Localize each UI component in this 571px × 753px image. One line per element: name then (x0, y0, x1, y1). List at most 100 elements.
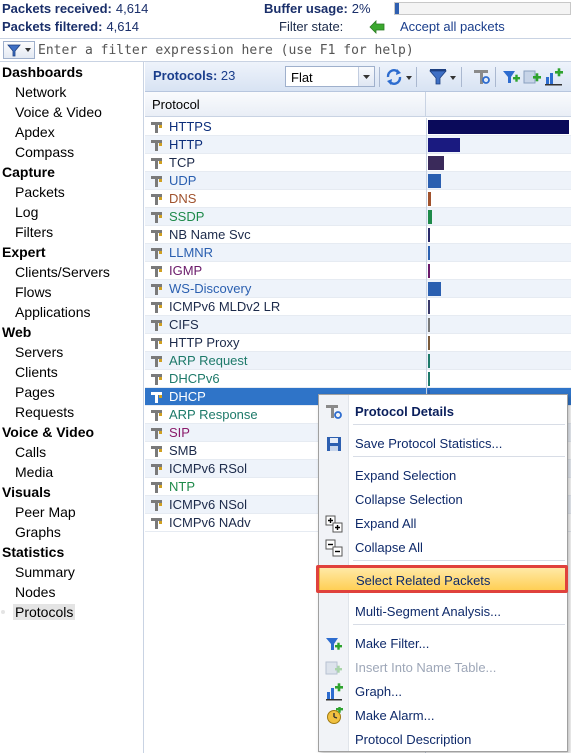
filter-state-label: Filter state: (279, 19, 344, 34)
nav-item-peer-map[interactable]: Peer Map (0, 502, 143, 522)
nav-item-label: Summary (15, 564, 75, 580)
protocol-name: ICMPv6 MLDv2 LR (169, 299, 281, 314)
column-divider (426, 370, 427, 388)
column-divider (426, 262, 427, 280)
menu-item-make-filter[interactable]: Make Filter... (319, 631, 567, 655)
table-row[interactable]: ICMPv6 MLDv2 LR (145, 298, 571, 316)
nav-item-applications[interactable]: Applications (0, 302, 143, 322)
protocol-name: DNS (169, 191, 197, 206)
collapse-all-icon (325, 539, 343, 557)
view-mode-select[interactable]: Flat (285, 66, 375, 87)
add-filter-icon[interactable] (522, 67, 542, 87)
table-row[interactable]: TCP (145, 154, 571, 172)
table-row[interactable]: DNS (145, 190, 571, 208)
column-divider (426, 208, 427, 226)
make-filter-icon[interactable] (501, 67, 521, 87)
nav-item-calls[interactable]: Calls (0, 442, 143, 462)
protocol-icon (151, 482, 162, 493)
chevron-down-icon[interactable] (404, 67, 414, 87)
protocol-name: CIFS (169, 317, 199, 332)
packets-received-label: Packets received: (2, 1, 112, 16)
nav-item-servers[interactable]: Servers (0, 342, 143, 362)
table-row[interactable]: CIFS (145, 316, 571, 334)
column-divider (426, 316, 427, 334)
protocol-name: TCP (169, 155, 195, 170)
nav-item-clients[interactable]: Clients (0, 362, 143, 382)
nav-item-log[interactable]: Log (0, 202, 143, 222)
graph-icon[interactable] (544, 67, 564, 87)
nav-item-compass[interactable]: Compass (0, 142, 143, 162)
nav-item-network[interactable]: Network (0, 82, 143, 102)
protocols-toolbar: Protocols: 23 Flat (145, 62, 571, 92)
column-divider (426, 118, 427, 136)
filter-expression-input[interactable] (38, 40, 568, 60)
nav-item-apdex[interactable]: Apdex (0, 122, 143, 142)
nav-item-media[interactable]: Media (0, 462, 143, 482)
protocol-icon (151, 374, 162, 385)
filter-icon[interactable] (428, 67, 448, 87)
nav-item-label: Graphs (15, 524, 61, 540)
protocol-share-bar (428, 354, 430, 368)
menu-item-protocol-description[interactable]: Protocol Description (319, 727, 567, 751)
nav-item-summary[interactable]: Summary (0, 562, 143, 582)
nav-item-protocols[interactable]: Protocols (0, 602, 143, 622)
menu-item-collapse-selection[interactable]: Collapse Selection (319, 487, 567, 511)
protocol-icon (151, 284, 162, 295)
chevron-down-icon[interactable] (448, 67, 458, 87)
view-mode-dropdown-arrow[interactable] (358, 67, 374, 86)
nav-item-requests[interactable]: Requests (0, 402, 143, 422)
filter-dropdown-button[interactable] (3, 41, 35, 59)
menu-item-label: Save Protocol Statistics... (355, 436, 503, 451)
protocol-details-icon (326, 405, 342, 419)
table-row[interactable]: HTTP (145, 136, 571, 154)
menu-item-save-protocol-statistics[interactable]: Save Protocol Statistics... (319, 431, 567, 455)
protocol-share-bar (428, 192, 431, 206)
column-divider (426, 172, 427, 190)
nav-item-flows[interactable]: Flows (0, 282, 143, 302)
toolbar-separator (461, 67, 462, 87)
table-row[interactable]: DHCPv6 (145, 370, 571, 388)
menu-item-protocol-details[interactable]: Protocol Details (319, 399, 567, 423)
column-header-protocol[interactable]: Protocol (145, 92, 426, 117)
capture-status-panel: Packets received: 4,614 Packets filtered:… (0, 0, 571, 38)
table-row[interactable]: IGMP (145, 262, 571, 280)
protocol-name: SSDP (169, 209, 205, 224)
menu-item-label: Make Alarm... (355, 708, 435, 723)
table-row[interactable]: NB Name Svc (145, 226, 571, 244)
refresh-icon[interactable] (384, 67, 404, 87)
protocol-name: ICMPv6 NSol (169, 497, 248, 512)
menu-item-expand-all[interactable]: Expand All (319, 511, 567, 535)
protocol-details-icon[interactable] (472, 67, 492, 87)
table-row[interactable]: WS-Discovery (145, 280, 571, 298)
buffer-usage: Buffer usage: 2% (264, 0, 371, 18)
nav-item-voice-video[interactable]: Voice & Video (0, 102, 143, 122)
nav-item-label: Filters (15, 224, 54, 240)
protocol-share-bar (428, 210, 432, 224)
table-row[interactable]: ARP Request (145, 352, 571, 370)
nav-item-packets[interactable]: Packets (0, 182, 143, 202)
save-icon (327, 437, 341, 451)
nav-item-label: Packets (15, 184, 65, 200)
menu-item-collapse-all[interactable]: Collapse All (319, 535, 567, 559)
protocol-icon (151, 392, 162, 403)
protocol-share-bar (428, 246, 430, 260)
table-row[interactable]: HTTP Proxy (145, 334, 571, 352)
nav-item-clients-servers[interactable]: Clients/Servers (0, 262, 143, 282)
menu-item-multi-segment-analysis[interactable]: Multi-Segment Analysis... (319, 599, 567, 623)
menu-item-label: Protocol Details (355, 404, 454, 419)
table-row[interactable]: LLMNR (145, 244, 571, 262)
packets-filtered-value: 4,614 (106, 19, 139, 34)
menu-item-expand-selection[interactable]: Expand Selection (319, 463, 567, 487)
nav-item-pages[interactable]: Pages (0, 382, 143, 402)
table-row[interactable]: HTTPS (145, 118, 571, 136)
nav-item-graphs[interactable]: Graphs (0, 522, 143, 542)
menu-item-make-alarm[interactable]: Make Alarm... (319, 703, 567, 727)
nav-item-nodes[interactable]: Nodes (0, 582, 143, 602)
table-row[interactable]: UDP (145, 172, 571, 190)
protocols-count-value: 23 (220, 68, 236, 83)
nav-item-filters[interactable]: Filters (0, 222, 143, 242)
menu-item-graph[interactable]: Graph... (319, 679, 567, 703)
table-row[interactable]: SSDP (145, 208, 571, 226)
protocol-name: ARP Request (169, 353, 248, 368)
selected-bullet-icon (1, 610, 5, 614)
